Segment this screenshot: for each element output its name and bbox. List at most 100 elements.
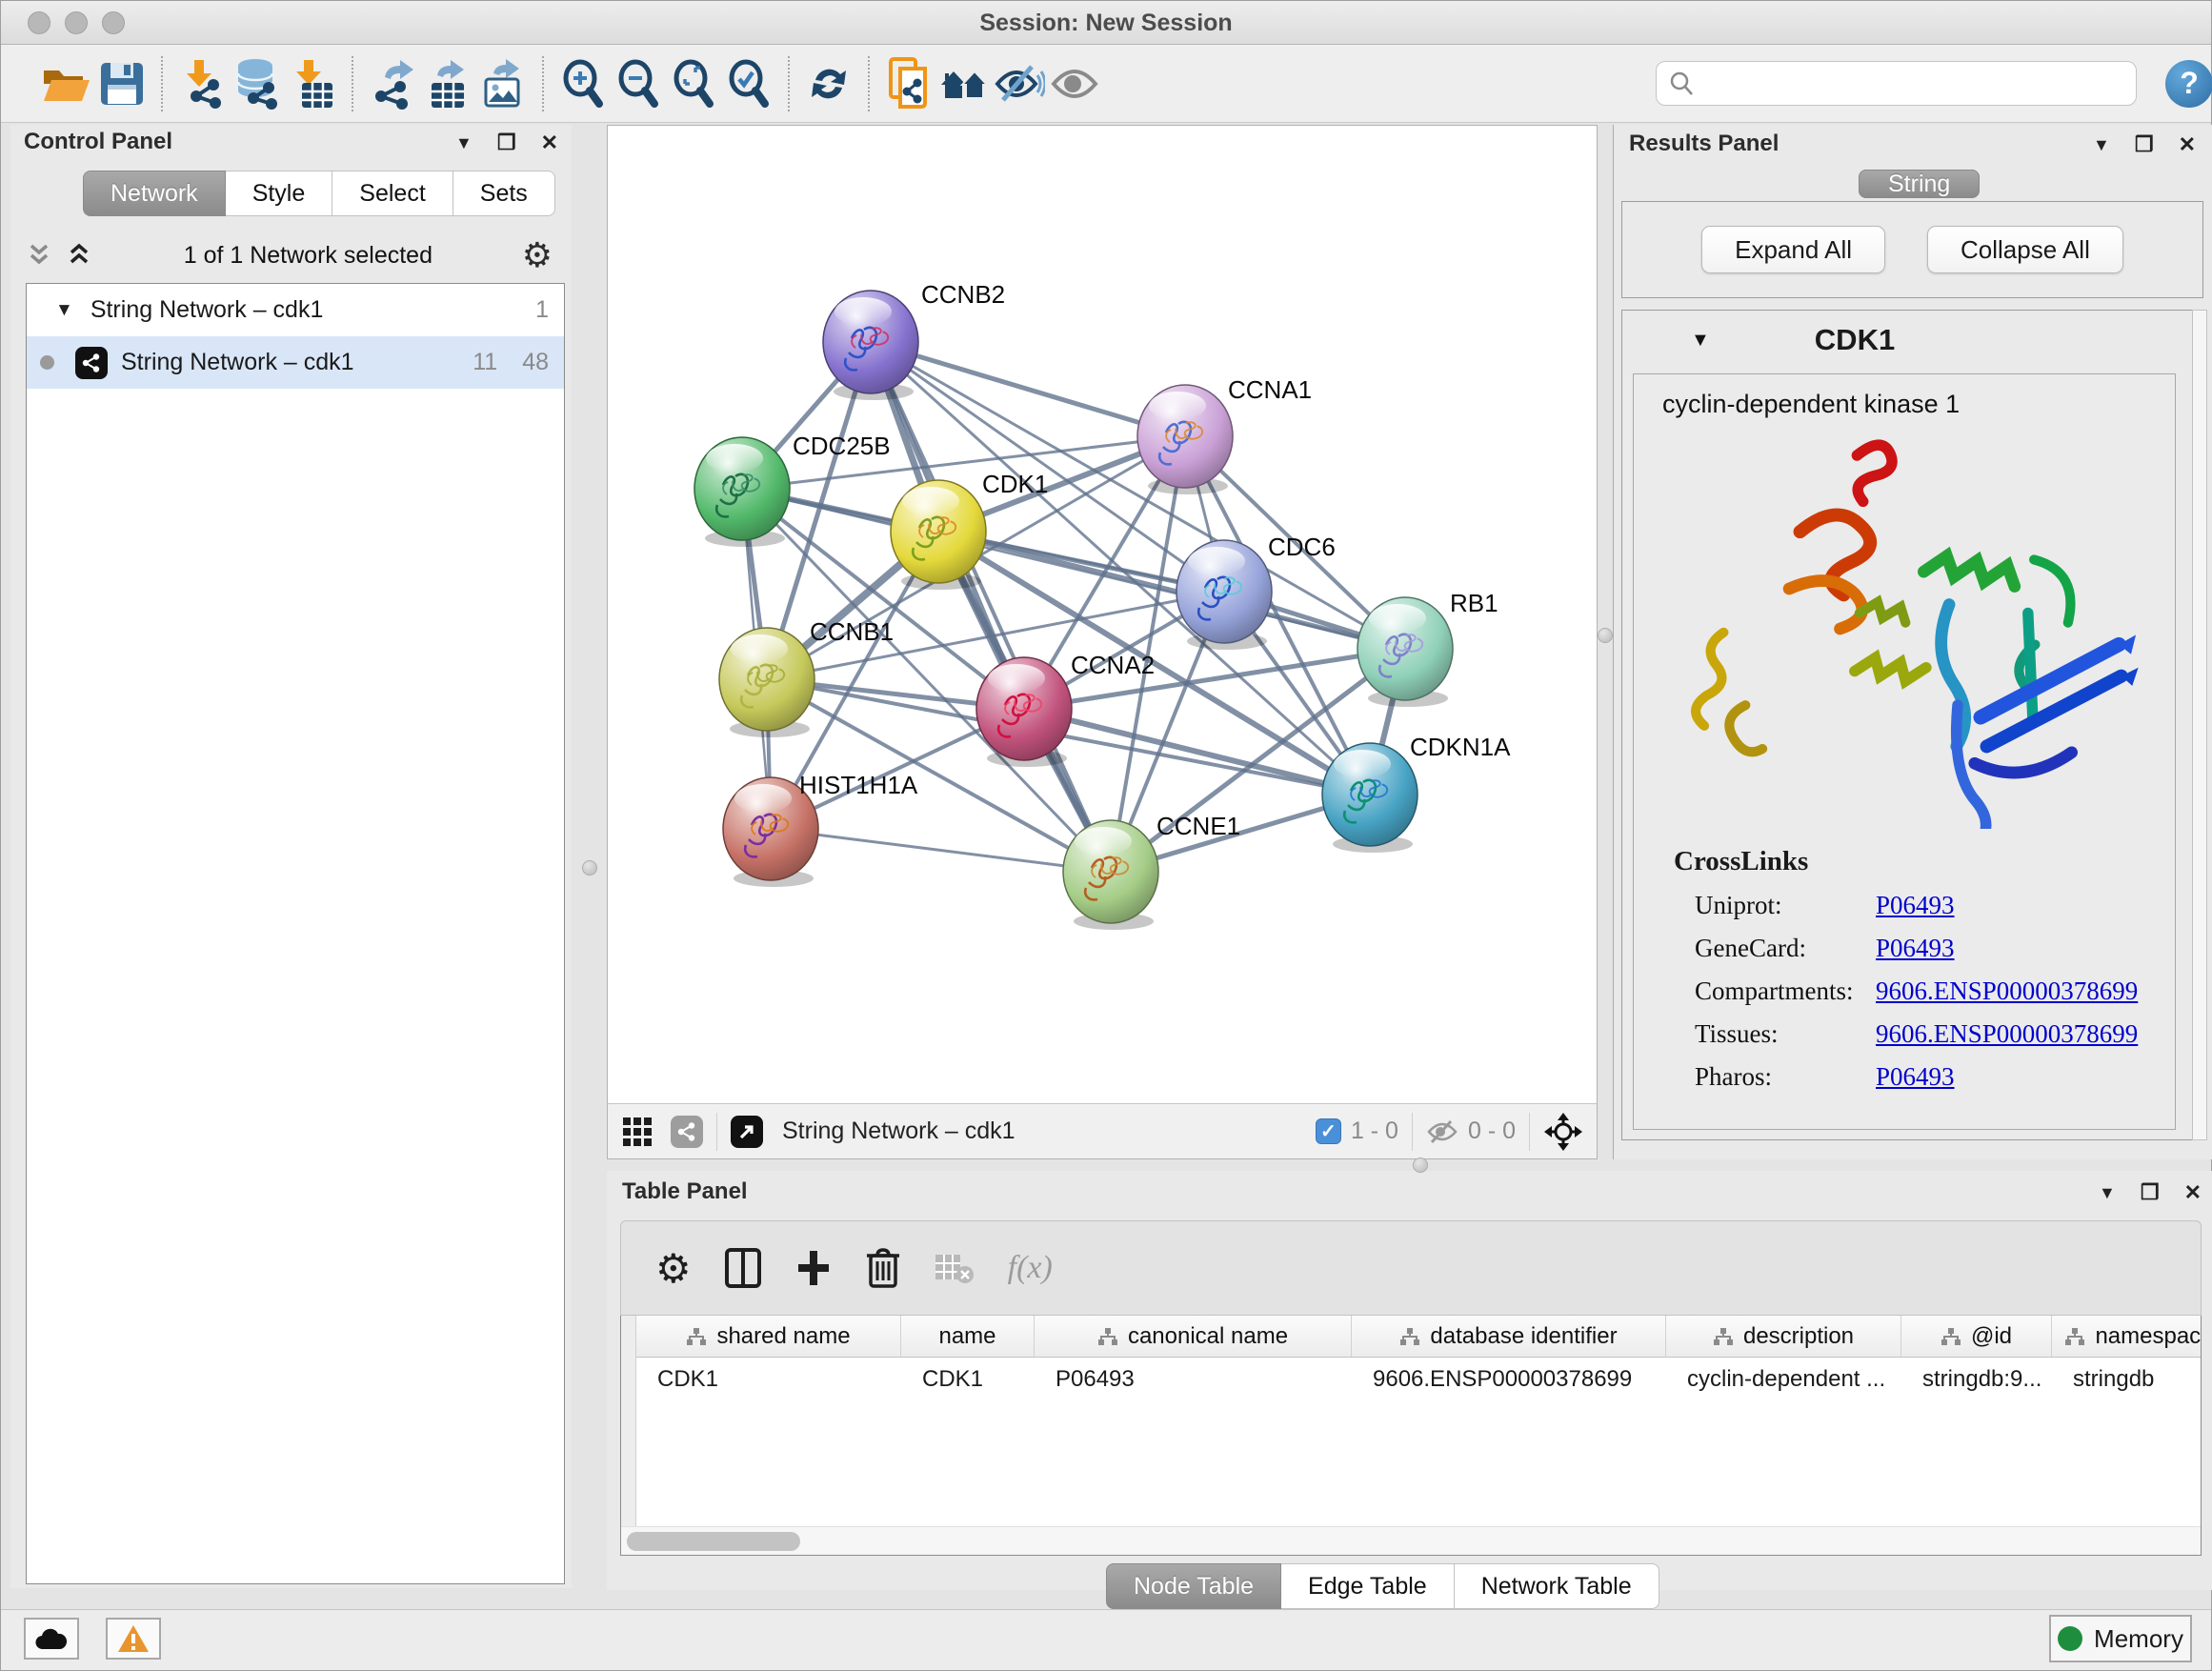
- open-in-new-window-icon[interactable]: [731, 1116, 763, 1148]
- show-columns-icon[interactable]: [724, 1247, 762, 1289]
- crosslink-value-link[interactable]: 9606.ENSP00000378699: [1876, 1019, 2138, 1049]
- column-header-name[interactable]: name: [901, 1316, 1035, 1357]
- network-node-CDK1[interactable]: [891, 480, 986, 590]
- grid-view-icon[interactable]: [621, 1116, 654, 1148]
- network-node-CCNE1[interactable]: [1063, 820, 1158, 930]
- panel-close-icon[interactable]: ✕: [2184, 1180, 2202, 1205]
- cell-canonical-name[interactable]: P06493: [1035, 1358, 1352, 1401]
- warnings-button[interactable]: [106, 1618, 161, 1660]
- panel-float-icon[interactable]: ❒: [2135, 132, 2154, 157]
- zoom-out-icon: [614, 59, 662, 109]
- crosslink-value-link[interactable]: P06493: [1876, 934, 1955, 963]
- tab-network[interactable]: Network: [83, 171, 226, 216]
- delete-trash-icon[interactable]: [865, 1246, 901, 1290]
- panel-float-icon[interactable]: ❒: [2141, 1180, 2160, 1205]
- network-collection-row[interactable]: ▼ String Network – cdk1 1: [27, 284, 564, 336]
- node-label-CDK1: CDK1: [982, 470, 1048, 498]
- network-node-CDKN1A[interactable]: [1322, 743, 1418, 853]
- export-table-button[interactable]: [420, 55, 475, 112]
- column-header-database-identifier[interactable]: database identifier: [1352, 1316, 1666, 1357]
- tab-edge-table[interactable]: Edge Table: [1281, 1563, 1455, 1609]
- show-hidden-button[interactable]: [1047, 55, 1102, 112]
- collapse-all-button[interactable]: Collapse All: [1927, 226, 2123, 273]
- network-canvas[interactable]: CCNB2CCNA1CDC25BCDK1CDC6RB1CCNB1CCNA2CDK…: [608, 126, 1597, 1103]
- open-session-button[interactable]: [39, 55, 94, 112]
- export-image-button[interactable]: [475, 55, 531, 112]
- export-network-button[interactable]: [365, 55, 420, 112]
- crosslink-value-link[interactable]: P06493: [1876, 891, 1955, 920]
- panel-menu-icon[interactable]: ▼: [2093, 135, 2110, 155]
- network-row[interactable]: String Network – cdk1 11 48: [27, 336, 564, 389]
- tree-expander-icon[interactable]: ▼: [55, 300, 73, 321]
- tab-select[interactable]: Select: [332, 171, 452, 216]
- splitter-handle[interactable]: [1413, 1158, 1428, 1173]
- import-network-button[interactable]: [174, 55, 230, 112]
- cell-namespace[interactable]: stringdb: [2052, 1358, 2202, 1401]
- tab-node-table[interactable]: Node Table: [1106, 1563, 1281, 1609]
- scrollbar-thumb[interactable]: [627, 1532, 800, 1551]
- network-node-CCNB1[interactable]: [719, 628, 814, 737]
- table-toolbar: ⚙ f(x): [620, 1220, 2202, 1316]
- search-input[interactable]: [1695, 70, 2104, 97]
- tab-sets[interactable]: Sets: [453, 171, 555, 216]
- panel-menu-icon[interactable]: ▼: [455, 133, 473, 153]
- network-node-CCNA1[interactable]: [1137, 385, 1233, 494]
- table-horizontal-scrollbar[interactable]: [621, 1526, 2201, 1555]
- selected-checkbox-icon[interactable]: ✓: [1316, 1118, 1341, 1144]
- table-row[interactable]: CDK1CDK1P064939606.ENSP00000378699cyclin…: [636, 1358, 2201, 1401]
- column-header-shared-name[interactable]: shared name: [636, 1316, 901, 1357]
- import-table-button[interactable]: [285, 55, 340, 112]
- add-icon[interactable]: [794, 1247, 833, 1289]
- zoom-out-button[interactable]: [611, 55, 666, 112]
- cell-name[interactable]: CDK1: [901, 1358, 1035, 1401]
- tab-style[interactable]: Style: [226, 171, 333, 216]
- panel-menu-icon[interactable]: ▼: [2099, 1183, 2116, 1203]
- results-scrollbar[interactable]: [2192, 310, 2207, 1140]
- hide-selected-button[interactable]: [992, 55, 1047, 112]
- zoom-in-button[interactable]: [555, 55, 611, 112]
- duplicate-network-button[interactable]: [881, 55, 936, 112]
- network-node-RB1[interactable]: [1357, 597, 1453, 707]
- apply-layout-button[interactable]: [801, 55, 856, 112]
- memory-button[interactable]: Memory: [2049, 1615, 2192, 1662]
- panel-close-icon[interactable]: ✕: [2179, 132, 2196, 157]
- cell-database-identifier[interactable]: 9606.ENSP00000378699: [1352, 1358, 1666, 1401]
- help-button[interactable]: ?: [2165, 60, 2212, 108]
- birds-eye-view-icon[interactable]: [1543, 1112, 1583, 1152]
- cell-description[interactable]: cyclin-dependent ...: [1666, 1358, 1901, 1401]
- network-view-footer: String Network – cdk1 ✓ 1 - 0 0 - 0: [608, 1103, 1597, 1158]
- collapse-all-icon[interactable]: [26, 243, 54, 268]
- column-header-@id[interactable]: @id: [1901, 1316, 2052, 1357]
- panel-close-icon[interactable]: ✕: [541, 131, 558, 155]
- cloud-button[interactable]: [24, 1618, 79, 1660]
- expand-all-icon[interactable]: [66, 243, 94, 268]
- table-options-gear-icon[interactable]: ⚙: [655, 1245, 692, 1292]
- panel-float-icon[interactable]: ❒: [497, 131, 516, 155]
- crosslinks-title: CrossLinks: [1674, 846, 2175, 877]
- network-badge-gray-icon[interactable]: [671, 1116, 703, 1148]
- crosslink-row: GeneCard:P06493: [1695, 934, 2175, 963]
- tab-string[interactable]: String: [1859, 170, 1980, 198]
- import-network-from-database-button[interactable]: [230, 55, 285, 112]
- network-node-CDC25B[interactable]: [694, 437, 790, 547]
- splitter-handle[interactable]: [582, 860, 597, 876]
- crosslink-value-link[interactable]: 9606.ENSP00000378699: [1876, 976, 2138, 1006]
- splitter-handle[interactable]: [1598, 628, 1613, 643]
- crosslink-value-link[interactable]: P06493: [1876, 1062, 1955, 1092]
- cell-shared-name[interactable]: CDK1: [636, 1358, 901, 1401]
- network-options-gear-icon[interactable]: ⚙: [522, 235, 553, 275]
- column-header-namespace[interactable]: namespace: [2052, 1316, 2202, 1357]
- zoom-fit-button[interactable]: [666, 55, 721, 112]
- zoom-selected-button[interactable]: [721, 55, 776, 112]
- node-label-CDC25B: CDC25B: [793, 432, 891, 460]
- section-expander-icon[interactable]: ▼: [1691, 330, 1710, 352]
- cell-@id[interactable]: stringdb:9...: [1901, 1358, 2052, 1401]
- show-all-networks-button[interactable]: [936, 55, 992, 112]
- expand-all-button[interactable]: Expand All: [1701, 226, 1885, 273]
- column-header-canonical-name[interactable]: canonical name: [1035, 1316, 1352, 1357]
- column-header-description[interactable]: description: [1666, 1316, 1901, 1357]
- network-node-CCNB2[interactable]: [823, 291, 918, 400]
- tab-network-table[interactable]: Network Table: [1455, 1563, 1659, 1609]
- save-session-button[interactable]: [94, 55, 150, 112]
- node-label-CCNA2: CCNA2: [1071, 651, 1155, 679]
